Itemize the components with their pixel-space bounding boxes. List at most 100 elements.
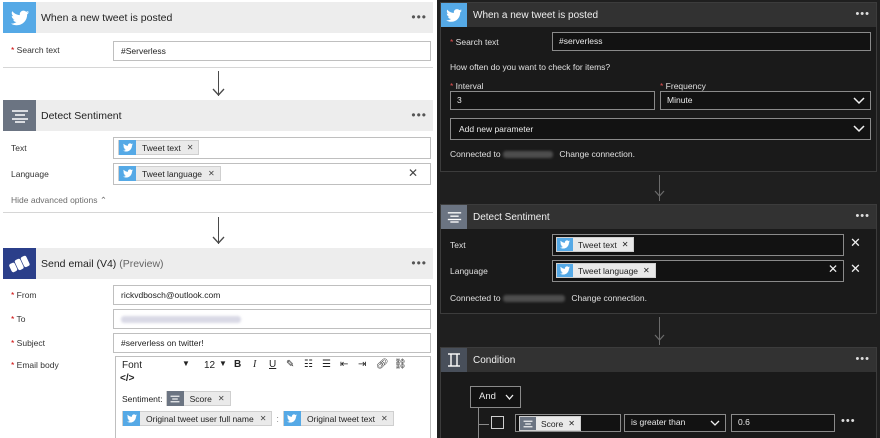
underline-icon[interactable]: U — [269, 359, 276, 370]
search-text-input[interactable]: #serverless — [552, 32, 871, 51]
remove-token-icon[interactable]: ✕ — [187, 143, 194, 152]
tweet-trigger-header[interactable]: When a new tweet is posted ••• — [441, 3, 876, 27]
chevron-down-icon[interactable]: ▼ — [219, 359, 227, 368]
more-options-icon[interactable]: ••• — [411, 10, 427, 24]
chevron-down-icon — [853, 125, 865, 133]
code-view-icon[interactable]: </> — [120, 373, 134, 384]
detect-sentiment-title: Detect Sentiment — [473, 211, 550, 223]
send-email-card: Send email (V4) (Preview) ••• * From ric… — [3, 248, 433, 438]
detect-sentiment-header[interactable]: Detect Sentiment ••• — [441, 205, 876, 229]
more-options-icon[interactable]: ••• — [411, 108, 427, 122]
language-input[interactable]: Tweet language ✕ ✕ — [113, 163, 431, 185]
comparison-select[interactable]: is greater than — [624, 414, 726, 432]
highlight-icon[interactable]: ✎ — [286, 359, 294, 370]
tree-connector — [478, 424, 489, 425]
original-tweet-text-token[interactable]: Original tweet text ✕ — [282, 411, 394, 426]
remove-token-icon[interactable]: ✕ — [643, 266, 650, 275]
chevron-down-icon[interactable]: ▼ — [182, 359, 190, 368]
condition-header[interactable]: Condition ••• — [441, 348, 876, 372]
remove-token-icon[interactable]: ✕ — [568, 419, 575, 428]
remove-token-icon[interactable]: ✕ — [260, 414, 267, 423]
chevron-down-icon — [710, 420, 720, 426]
language-row: Language Tweet language ✕ ✕ — [3, 163, 433, 187]
outdent-icon[interactable]: ⇤ — [340, 359, 348, 370]
change-connection-link[interactable]: Change connection. — [571, 293, 647, 303]
twitter-icon — [557, 238, 573, 251]
send-email-header[interactable]: Send email (V4) (Preview) ••• — [3, 248, 433, 279]
subject-row: * Subject #serverless on twitter! — [3, 332, 433, 356]
from-row: * From rickvdbosch@outlook.com — [3, 284, 433, 308]
to-label: * To — [11, 314, 26, 324]
tweet-language-token[interactable]: Tweet language ✕ — [556, 263, 656, 278]
email-body-label: * Email body — [11, 360, 59, 370]
remove-token-icon[interactable]: ✕ — [208, 169, 215, 178]
bold-icon[interactable]: B — [234, 359, 241, 370]
remove-token-icon[interactable]: ✕ — [622, 240, 629, 249]
clear-icon[interactable]: ✕ — [408, 166, 418, 180]
language-input[interactable]: Tweet language ✕ ✕ — [552, 260, 844, 282]
more-options-icon[interactable]: ••• — [411, 256, 427, 270]
tweet-text-token[interactable]: Tweet text ✕ — [118, 140, 200, 155]
text-analytics-icon — [441, 205, 467, 229]
score-token[interactable]: Score ✕ — [519, 416, 581, 431]
rich-text-toolbar: Font ▼ 12 ▼ B I U ✎ ☷ ☰ ⇤ ⇥ 🔗︎ ⛓︎ </> — [115, 356, 431, 389]
chevron-down-icon — [505, 394, 514, 400]
frequency-select[interactable]: Minute — [660, 91, 871, 110]
italic-icon[interactable]: I — [253, 359, 256, 370]
text-input[interactable]: Tweet text ✕ — [552, 234, 844, 256]
condition-left-operand[interactable]: Score ✕ — [515, 414, 621, 432]
close-icon[interactable]: ✕ — [850, 235, 861, 251]
more-options-icon[interactable]: ••• — [855, 8, 870, 20]
original-tweet-user-token[interactable]: Original tweet user full name ✕ — [122, 411, 273, 426]
text-input[interactable]: Tweet text ✕ — [113, 137, 431, 159]
twitter-icon — [557, 264, 573, 277]
hide-advanced-options-link[interactable]: Hide advanced options ⌃ — [11, 195, 107, 206]
more-options-icon[interactable]: ••• — [855, 353, 870, 365]
twitter-icon — [283, 411, 301, 426]
search-text-input[interactable]: #Serverless — [113, 41, 431, 61]
more-options-icon[interactable]: ••• — [855, 210, 870, 222]
to-input[interactable] — [113, 309, 431, 329]
add-new-parameter-select[interactable]: Add new parameter — [450, 118, 871, 140]
condition-title: Condition — [473, 354, 516, 366]
detect-sentiment-header[interactable]: Detect Sentiment ••• — [3, 100, 433, 131]
frequency-label: * Frequency — [660, 81, 706, 91]
close-icon[interactable]: ✕ — [850, 261, 861, 277]
tweet-trigger-card: When a new tweet is posted ••• * Search … — [3, 2, 433, 68]
interval-input[interactable]: 3 — [450, 91, 655, 110]
clear-icon[interactable]: ✕ — [828, 262, 838, 276]
change-connection-link[interactable]: Change connection. — [559, 149, 635, 159]
left-panel-light: When a new tweet is posted ••• * Search … — [0, 0, 436, 438]
from-input[interactable]: rickvdbosch@outlook.com — [113, 285, 431, 305]
tweet-language-token[interactable]: Tweet language ✕ — [118, 166, 221, 181]
sentiment-text: Sentiment: — [122, 393, 163, 404]
email-body-editor[interactable]: Sentiment: Score ✕ Original tweet user fu… — [115, 389, 431, 438]
connection-info: Connected to Change connection. — [450, 149, 635, 159]
detect-sentiment-card: Detect Sentiment ••• Text Tweet text ✕ ✕ … — [440, 204, 877, 314]
and-operator-select[interactable]: And — [470, 386, 521, 408]
right-panel-dark: When a new tweet is posted ••• * Search … — [437, 0, 880, 438]
arrow-down-icon — [654, 334, 665, 341]
redacted-account — [502, 151, 553, 159]
language-label: Language — [450, 266, 488, 276]
unlink-icon[interactable]: ⛓︎ — [394, 359, 407, 370]
bullet-list-icon[interactable]: ☷ — [304, 359, 313, 370]
tweet-trigger-header[interactable]: When a new tweet is posted ••• — [3, 2, 433, 33]
subject-label: * Subject — [11, 338, 46, 348]
numbered-list-icon[interactable]: ☰ — [322, 359, 331, 370]
score-token[interactable]: Score ✕ — [165, 391, 231, 406]
email-body-row: * Email body Font ▼ 12 ▼ B I U ✎ ☷ ☰ ⇤ ⇥… — [3, 356, 433, 438]
remove-token-icon[interactable]: ✕ — [218, 394, 225, 403]
condition-value-input[interactable]: 0.6 — [731, 414, 835, 432]
remove-token-icon[interactable]: ✕ — [381, 414, 388, 423]
font-select[interactable]: Font — [122, 360, 142, 371]
row-checkbox[interactable] — [491, 416, 504, 429]
indent-icon[interactable]: ⇥ — [358, 359, 366, 370]
to-row: * To — [3, 308, 433, 332]
subject-input[interactable]: #serverless on twitter! — [113, 333, 431, 353]
language-label: Language — [11, 169, 49, 179]
more-options-icon[interactable]: ••• — [841, 415, 856, 427]
link-icon[interactable]: 🔗︎ — [376, 359, 389, 370]
font-size-select[interactable]: 12 — [204, 360, 215, 371]
tweet-text-token[interactable]: Tweet text ✕ — [556, 237, 635, 252]
